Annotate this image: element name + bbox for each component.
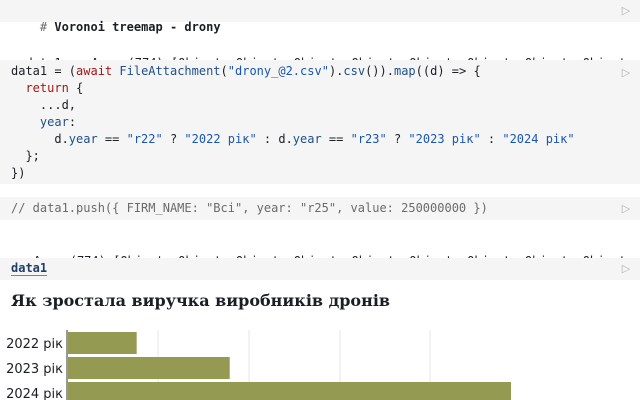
code-line-1: data1 = (await FileAttachment("drony_@2.… — [11, 64, 481, 78]
comment-cell[interactable]: // data1.push({ FIRM_NAME: "Всі", year: … — [0, 197, 640, 220]
bar-1 — [68, 357, 230, 379]
code-line-7: }) — [11, 166, 26, 180]
code-cell[interactable]: data1 = (await FileAttachment("drony_@2.… — [0, 60, 640, 184]
comment-source[interactable]: // data1.push({ FIRM_NAME: "Всі", year: … — [11, 200, 488, 217]
markdown-cell[interactable]: # Voronoi treemap - drony ▷ — [0, 0, 640, 34]
heading-title: Voronoi treemap - drony — [54, 20, 221, 34]
variable-reference-link[interactable]: data1 — [11, 261, 48, 276]
bar-0 — [68, 332, 137, 354]
reference-cell[interactable]: data1 ▷ — [0, 258, 640, 280]
chart-title: Як зростала виручка виробників дронів — [11, 291, 391, 310]
code-line-3: ...d, — [11, 98, 77, 112]
category-label-0: 2022 рік — [6, 337, 63, 352]
bar-chart: 2022 рік 2023 рік 2024 рік — [6, 330, 511, 400]
run-cell-icon[interactable]: ▷ — [620, 66, 632, 80]
bar-2 — [68, 382, 511, 400]
code-source[interactable]: data1 = (await FileAttachment("drony_@2.… — [11, 63, 575, 182]
code-line-2: return { — [25, 81, 84, 95]
category-label-2: 2024 рік — [6, 387, 63, 400]
code-line-4: year: — [39, 115, 77, 129]
category-label-1: 2023 рік — [6, 362, 63, 377]
run-cell-icon[interactable]: ▷ — [620, 4, 632, 18]
run-cell-icon[interactable]: ▷ — [620, 262, 632, 276]
run-cell-icon[interactable]: ▷ — [620, 202, 632, 216]
code-line-6: }; — [11, 149, 40, 163]
heading-hash: # — [39, 20, 48, 34]
code-line-5: d.year == "r22" ? "2022 рік" : d.year ==… — [11, 132, 575, 146]
